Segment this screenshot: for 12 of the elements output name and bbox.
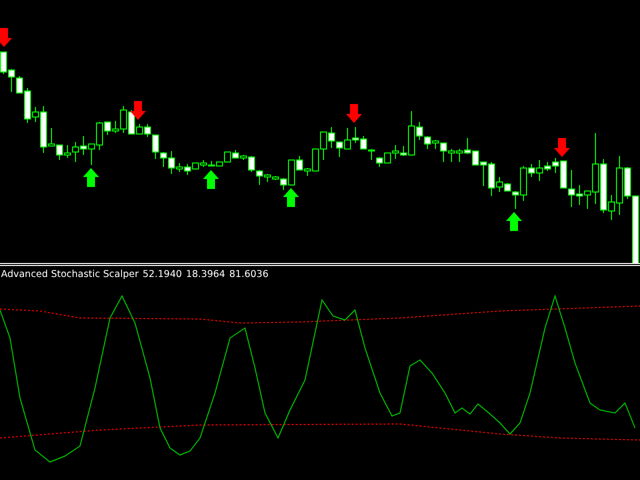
indicator-value: 81.6036 [229,268,269,280]
up-arrow-icon [506,212,522,231]
down-arrow-icon [346,104,362,123]
up-arrow-icon [283,188,299,207]
indicator-value: 52.1940 [142,268,182,280]
down-arrow-icon [130,101,146,120]
up-arrow-icon [203,170,219,189]
indicator-value: 18.3964 [186,268,226,280]
down-arrow-icon [554,138,570,157]
indicator-name: Advanced Stochastic Scalper [1,268,139,280]
down-arrow-icon [0,28,12,47]
up-arrow-icon [83,168,99,187]
